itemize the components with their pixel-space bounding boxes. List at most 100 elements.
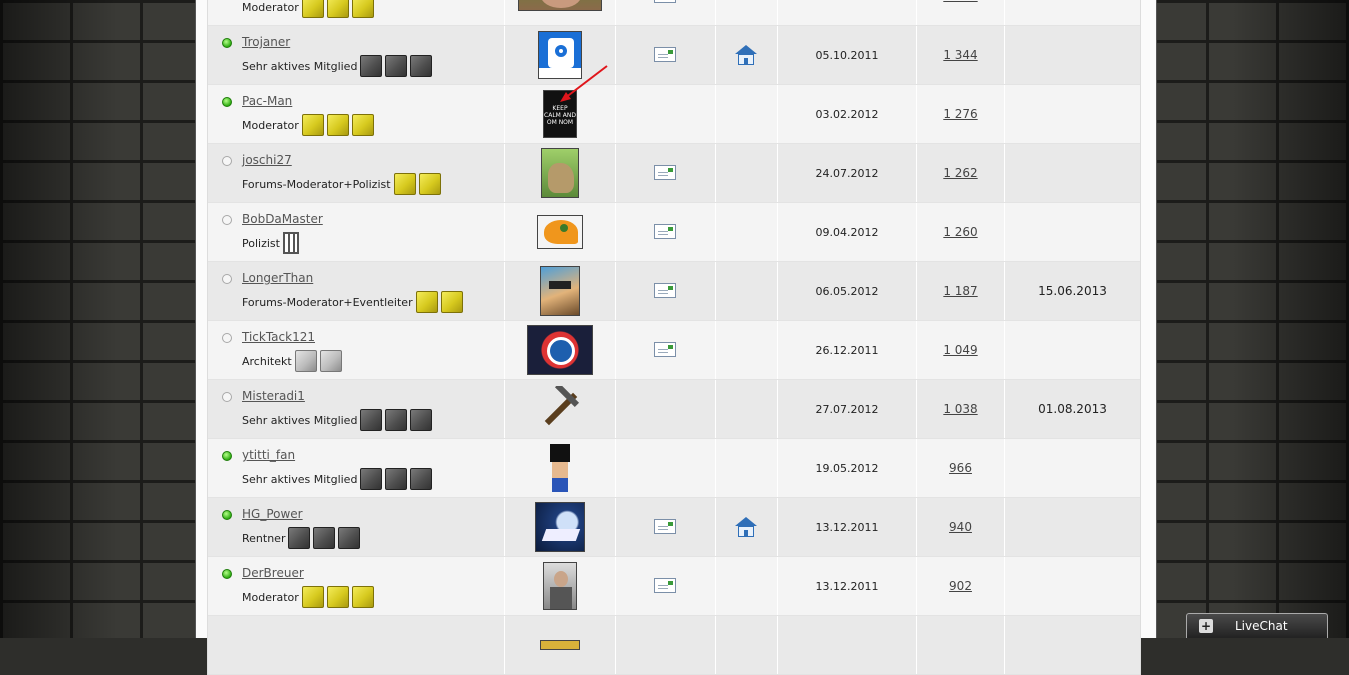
post-count-link[interactable]: 1 262: [917, 144, 1004, 202]
username-link[interactable]: ytitti_fan: [242, 448, 295, 462]
post-count-link[interactable]: 1 038: [917, 380, 1004, 438]
email-icon[interactable]: [654, 578, 676, 593]
plus-icon: +: [1199, 619, 1213, 633]
avatar[interactable]: [518, 0, 602, 11]
joined-date: 06.05.2012: [815, 284, 879, 298]
joined-date: 05.10.2011: [815, 48, 879, 62]
last-activity-date: 15.06.2013: [1038, 284, 1107, 298]
avatar[interactable]: [537, 215, 583, 249]
user-rank: Sehr aktives Mitglied: [242, 407, 435, 433]
avatar[interactable]: [535, 502, 585, 552]
avatar[interactable]: [541, 148, 579, 198]
post-count-link[interactable]: 1 187: [917, 262, 1004, 320]
avatar[interactable]: [543, 562, 577, 610]
posts-cell: 1 262: [917, 144, 1005, 202]
user-cell: Misteradi1 Sehr aktives Mitglied: [208, 380, 505, 438]
last-activity-date: [1005, 557, 1140, 615]
username-link[interactable]: TickTack121: [242, 330, 315, 344]
email-icon[interactable]: [654, 519, 676, 534]
email-icon[interactable]: [654, 47, 676, 62]
avatar-cell: [505, 321, 616, 379]
avatar[interactable]: [537, 386, 583, 432]
username-link[interactable]: Misteradi1: [242, 389, 305, 403]
username-link[interactable]: joschi27: [242, 153, 292, 167]
last-activity-cell: 01.08.2013: [1005, 380, 1140, 438]
avatar-cell: KEEP CALM AND OM NOM: [505, 85, 616, 143]
joined-date: 26.12.2011: [815, 343, 879, 357]
post-count-link[interactable]: 966: [917, 439, 1004, 497]
rank-cube-icon: [360, 409, 383, 431]
online-status-icon: [222, 38, 232, 48]
username-link[interactable]: HG_Power: [242, 507, 303, 521]
member-row: Pac-Man Moderator KEEP CALM AND OM NOM 03.0…: [208, 85, 1140, 144]
username-link[interactable]: Pac-Man: [242, 94, 292, 108]
rank-cube-icon: [288, 527, 311, 549]
avatar[interactable]: [540, 266, 580, 316]
post-count-link[interactable]: 1 276: [917, 85, 1004, 143]
member-row: LongerThan Forums-Moderator+Eventleiter 06…: [208, 262, 1140, 321]
offline-status-icon: [222, 215, 232, 225]
homepage-cell: [716, 557, 778, 615]
door-rank-icon: [282, 232, 299, 254]
avatar[interactable]: [538, 31, 582, 79]
member-row: HG_Power Rentner 13.12.2011 940: [208, 498, 1140, 557]
avatar[interactable]: KEEP CALM AND OM NOM: [543, 90, 577, 138]
email-cell: [616, 498, 716, 556]
post-count-link[interactable]: 1 049: [917, 321, 1004, 379]
background-wall-left: [0, 0, 195, 638]
email-icon[interactable]: [654, 165, 676, 180]
avatar[interactable]: [527, 325, 593, 375]
user-cell: ytitti_fan Sehr aktives Mitglied: [208, 439, 505, 497]
livechat-label: LiveChat: [1235, 619, 1288, 633]
posts-cell: 940: [917, 498, 1005, 556]
posts-cell: 1 038: [917, 380, 1005, 438]
home-icon[interactable]: [735, 45, 757, 65]
username-link[interactable]: BobDaMaster: [242, 212, 323, 226]
email-icon[interactable]: [654, 0, 676, 3]
last-activity-cell: [1005, 85, 1140, 143]
email-icon[interactable]: [654, 224, 676, 239]
post-count-link[interactable]: 1 344: [917, 26, 1004, 84]
rank-cube-icon: [410, 55, 433, 77]
username-link[interactable]: Trojaner: [242, 35, 290, 49]
post-count-link[interactable]: 940: [917, 498, 1004, 556]
last-activity-date: [1005, 26, 1140, 84]
rank-cube-icon: [326, 586, 349, 608]
email-cell: [616, 85, 716, 143]
user-rank: Sehr aktives Mitglied: [242, 466, 435, 492]
last-activity-date: [1005, 144, 1140, 202]
offline-status-icon: [222, 156, 232, 166]
last-activity-date: 01.08.2013: [1038, 402, 1107, 416]
post-count-link[interactable]: [917, 616, 1004, 674]
joined-cell: 26.12.2011: [778, 321, 917, 379]
user-cell: joschi27 Forums-Moderator+Polizist: [208, 144, 505, 202]
post-count-link[interactable]: 1 360: [917, 0, 1004, 25]
email-icon[interactable]: [654, 342, 676, 357]
username-link[interactable]: DerBreuer: [242, 566, 304, 580]
email-icon[interactable]: [654, 283, 676, 298]
avatar[interactable]: [540, 640, 580, 650]
avatar[interactable]: [547, 444, 573, 492]
rank-cube-icon: [326, 114, 349, 136]
user-rank: Architekt: [242, 348, 345, 374]
offline-status-icon: [222, 333, 232, 343]
last-activity-date: [1005, 616, 1140, 674]
post-count-link[interactable]: 902: [917, 557, 1004, 615]
rank-label: Sehr aktives Mitglied: [242, 472, 358, 486]
last-activity-cell: [1005, 203, 1140, 261]
email-cell: [616, 262, 716, 320]
username-link[interactable]: LongerThan: [242, 271, 313, 285]
last-activity-date: [1005, 203, 1140, 261]
post-count-link[interactable]: 1 260: [917, 203, 1004, 261]
joined-cell: 19.05.2012: [778, 439, 917, 497]
homepage-cell: [716, 439, 778, 497]
joined-date: 12.12.2011: [778, 0, 916, 25]
livechat-button[interactable]: + LiveChat: [1186, 613, 1328, 638]
user-cell: BobDaMaster Polizist: [208, 203, 505, 261]
rank-cube-icon: [319, 350, 342, 372]
last-activity-date: [1005, 0, 1140, 25]
rank-cube-icon: [313, 527, 336, 549]
rank-cube-icon: [440, 291, 463, 313]
home-icon[interactable]: [735, 517, 757, 537]
joined-date: 13.12.2011: [815, 579, 879, 593]
